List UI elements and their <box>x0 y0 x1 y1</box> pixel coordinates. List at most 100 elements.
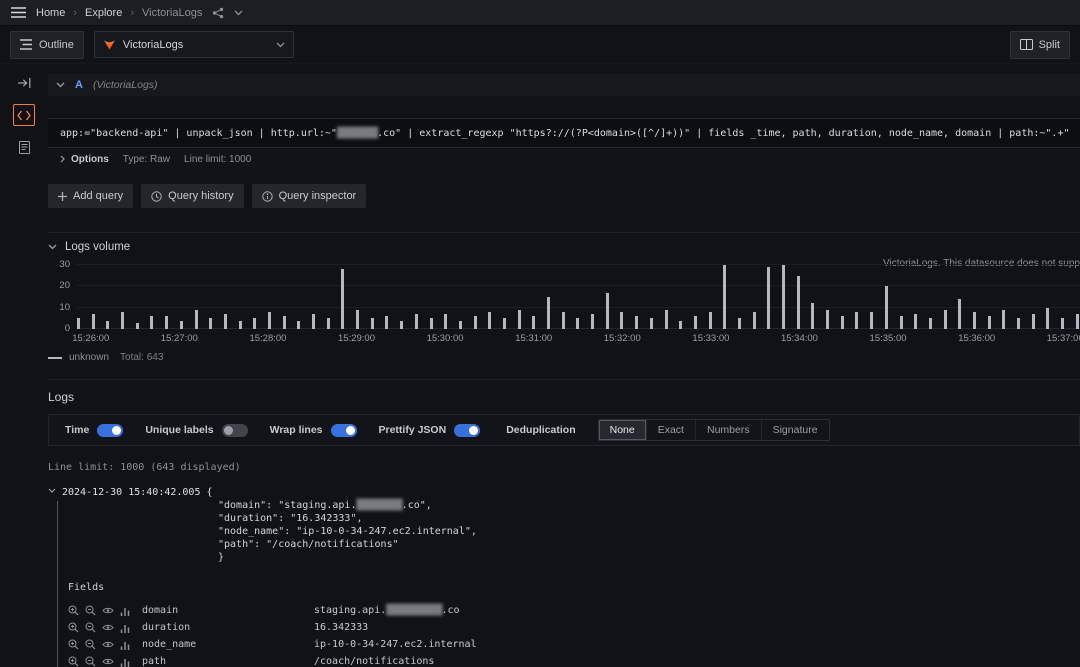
unique-labels-toggle[interactable] <box>222 424 248 437</box>
field-actions <box>68 639 130 650</box>
breadcrumb-separator: › <box>73 7 77 19</box>
field-row-path: path/coach/notifications <box>68 653 1080 667</box>
dedup-option-none[interactable]: None <box>599 420 647 440</box>
deduplication-radio-group: NoneExactNumbersSignature <box>598 419 830 441</box>
volume-bar <box>709 312 712 329</box>
split-button[interactable]: Split <box>1010 31 1070 59</box>
query-buttons-row: Add query Query history Query inspector <box>48 184 1080 208</box>
filter-out-icon[interactable] <box>85 622 96 633</box>
query-datasource-hint: (VictoriaLogs) <box>93 79 158 91</box>
eye-icon[interactable] <box>102 606 114 615</box>
volume-bar <box>855 312 858 329</box>
prettify-json-toggle[interactable] <box>454 424 480 437</box>
log-timestamp-row[interactable]: 2024-12-30 15:40:42.005 { <box>62 486 1080 499</box>
query-row-header[interactable]: A (VictoriaLogs) <box>48 74 1080 96</box>
collapse-pane-icon[interactable] <box>13 72 35 94</box>
volume-bar <box>650 318 653 329</box>
query-history-label: Query history <box>168 190 233 202</box>
chevron-down-icon <box>276 42 285 48</box>
query-ref-id[interactable]: A <box>75 79 83 91</box>
x-tick-label: 15:33:00 <box>692 333 729 344</box>
logs-volume-bars <box>77 265 1079 329</box>
log-json-line: "node_name": "ip-10-0-34-247.ec2.interna… <box>62 525 1080 538</box>
chevron-down-icon[interactable] <box>48 488 56 493</box>
volume-bar <box>591 314 594 329</box>
legend-item-unknown[interactable]: unknown Total: 643 <box>48 352 1080 363</box>
toggle-knob <box>469 426 478 435</box>
breadcrumb-explore[interactable]: Explore <box>85 7 122 19</box>
menu-icon[interactable] <box>11 7 26 18</box>
volume-bar <box>606 293 609 329</box>
x-tick-label: 15:26:00 <box>72 333 109 344</box>
volume-bar <box>430 318 433 329</box>
volume-bar <box>635 316 638 329</box>
volume-bar <box>782 265 785 329</box>
top-navbar: Home › Explore › VictoriaLogs <box>0 0 1080 26</box>
chevron-down-icon[interactable] <box>234 10 243 16</box>
code-icon[interactable] <box>13 104 35 126</box>
volume-bar <box>327 318 330 329</box>
logs-volume-header[interactable]: Logs volume <box>48 241 1080 253</box>
filter-out-icon[interactable] <box>85 639 96 650</box>
filter-out-icon[interactable] <box>85 656 96 667</box>
y-axis: 3020100 <box>48 265 72 329</box>
filter-for-icon[interactable] <box>68 639 79 650</box>
text-segment: .co", <box>402 500 432 511</box>
query-input[interactable]: app:="backend-api" | unpack_json | http.… <box>48 118 1080 148</box>
wrap-lines-toggle[interactable] <box>331 424 357 437</box>
filter-out-icon[interactable] <box>85 605 96 616</box>
deduplication-label: Deduplication <box>506 424 575 436</box>
outline-button[interactable]: Outline <box>10 31 84 59</box>
chevron-down-icon <box>48 244 57 250</box>
eye-icon[interactable] <box>102 657 114 666</box>
breadcrumb-home[interactable]: Home <box>36 7 65 19</box>
datasource-name: VictoriaLogs <box>123 39 183 51</box>
time-toggle[interactable] <box>97 424 123 437</box>
chevron-down-icon[interactable] <box>56 82 65 88</box>
stats-icon[interactable] <box>120 657 130 667</box>
control-label: Time <box>65 424 89 436</box>
control-prettify-json: Prettify JSON <box>379 424 481 437</box>
field-value: /coach/notifications <box>314 656 434 667</box>
stats-icon[interactable] <box>120 606 130 616</box>
filter-for-icon[interactable] <box>68 622 79 633</box>
text-segment: app:="backend-api" | unpack_json | http.… <box>60 128 337 139</box>
document-icon[interactable] <box>13 136 35 158</box>
volume-bar <box>341 269 344 329</box>
options-toggle[interactable]: Options <box>60 154 109 165</box>
volume-bar <box>870 312 873 329</box>
x-tick-label: 15:34:00 <box>781 333 818 344</box>
volume-bar <box>444 314 447 329</box>
eye-icon[interactable] <box>102 623 114 632</box>
field-value: staging.api.███████████.co <box>314 605 460 616</box>
text-segment: .co" | extract_regexp "https?://(?P<doma… <box>377 128 1069 139</box>
volume-bar <box>576 318 579 329</box>
volume-bar <box>1032 314 1035 329</box>
volume-bar <box>723 265 726 329</box>
add-query-button[interactable]: Add query <box>48 184 133 208</box>
query-history-button[interactable]: Query history <box>141 184 243 208</box>
breadcrumb-victorialogs[interactable]: VictoriaLogs <box>142 7 202 19</box>
filter-for-icon[interactable] <box>68 605 79 616</box>
volume-bar <box>679 321 682 330</box>
log-fields-block: Fields domainstaging.api.███████████.cod… <box>62 582 1080 667</box>
eye-icon[interactable] <box>102 640 114 649</box>
filter-for-icon[interactable] <box>68 656 79 667</box>
dedup-option-numbers[interactable]: Numbers <box>696 420 762 440</box>
stats-icon[interactable] <box>120 640 130 650</box>
stats-icon[interactable] <box>120 623 130 633</box>
x-tick-label: 15:27:00 <box>161 333 198 344</box>
volume-bar <box>900 316 903 329</box>
dedup-option-exact[interactable]: Exact <box>647 420 696 440</box>
volume-bar <box>297 321 300 330</box>
text-segment: .co <box>441 605 459 616</box>
redacted-text: ████████ <box>337 128 377 139</box>
dedup-option-signature[interactable]: Signature <box>762 420 829 440</box>
volume-bar <box>195 310 198 329</box>
field-actions <box>68 656 130 667</box>
logs-section: Logs TimeUnique labelsWrap linesPrettify… <box>48 379 1080 667</box>
share-icon[interactable] <box>212 7 224 19</box>
datasource-picker[interactable]: VictoriaLogs <box>94 31 294 58</box>
query-options-row: Options Type: Raw Line limit: 1000 <box>48 148 1080 170</box>
query-inspector-button[interactable]: Query inspector <box>252 184 367 208</box>
